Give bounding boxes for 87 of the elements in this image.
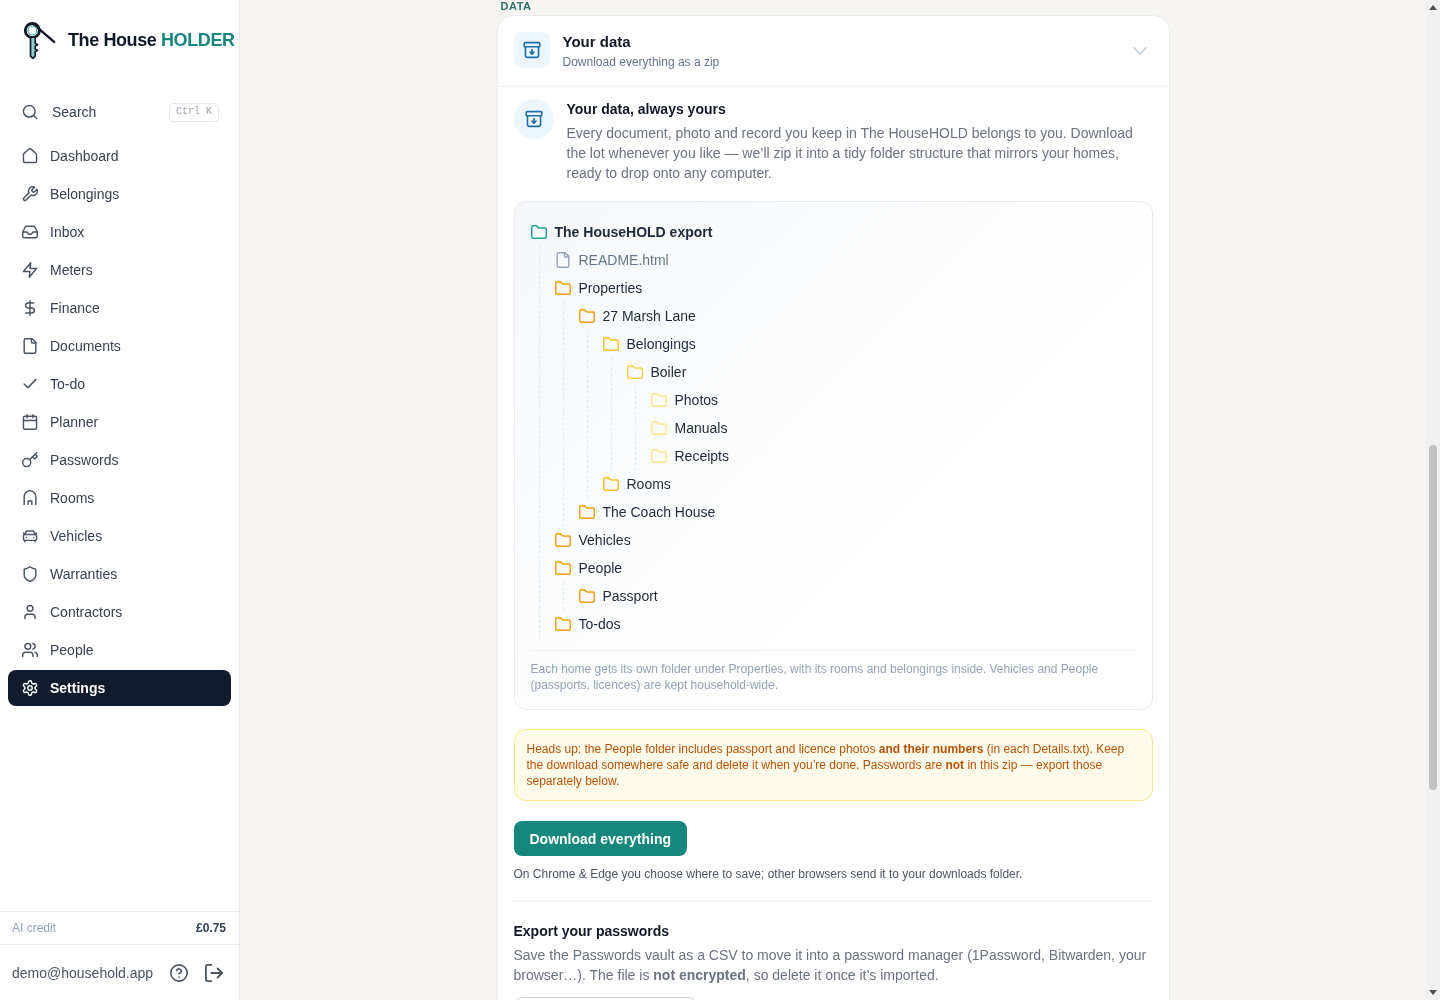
folder-icon	[554, 280, 571, 296]
nav-item[interactable]: Finance	[8, 290, 231, 326]
folder-name: People	[578, 559, 623, 578]
scrollbar[interactable]	[1426, 0, 1440, 1000]
passwords-title: Export your passwords	[513, 922, 671, 941]
nav-item[interactable]: People	[8, 632, 231, 668]
file-name: README.html	[578, 251, 669, 270]
nav-item[interactable]: Rooms	[8, 480, 231, 516]
logout-icon[interactable]	[205, 963, 223, 982]
scrollbar-thumb[interactable]	[1429, 445, 1437, 790]
nav-item[interactable]: Passwords	[8, 442, 231, 478]
archive-icon	[513, 32, 550, 68]
intro-title: Your data, always yours	[566, 100, 727, 119]
nav-item[interactable]: Dashboard	[8, 138, 231, 174]
house-icon	[22, 148, 38, 164]
folder-icon	[602, 476, 619, 492]
help-icon[interactable]	[170, 963, 188, 982]
car-icon	[22, 528, 38, 544]
folder-name: The Coach House	[602, 503, 716, 522]
search-icon	[22, 104, 38, 120]
nav-item[interactable]: Inbox	[8, 214, 231, 250]
credit-label: AI credit	[12, 920, 56, 936]
nav-item[interactable]: Vehicles	[8, 518, 231, 554]
accordion-header[interactable]: Your data Download everything as a zip	[497, 16, 1169, 87]
folder-name: Passport	[602, 587, 658, 606]
folder-icon	[554, 616, 571, 632]
folder-name: The HouseHOLD export	[554, 223, 713, 242]
section-label: DATA	[499, 0, 533, 12]
folder-icon	[650, 448, 667, 464]
logo-text: The House HOLDER	[68, 28, 235, 52]
folder-name: Belongings	[626, 335, 696, 354]
nav-item[interactable]: Belongings	[8, 176, 231, 212]
folder-name: Receipts	[674, 447, 729, 466]
nav-item[interactable]: Settings	[8, 670, 231, 706]
inbox-icon	[22, 224, 38, 240]
folder-name: Vehicles	[578, 531, 631, 550]
warning-message: Heads up: the People folder includes passport and licence photos and their numbers (in each Details.txt). Keep the download somewhere safe and delete it when you’re done. Passwords are not in this zip — export those separately below.	[513, 729, 1153, 801]
key-logo-icon	[22, 20, 56, 60]
scroll-up-icon[interactable]	[1429, 5, 1437, 10]
folder-icon	[554, 532, 571, 548]
scroll-down-icon[interactable]	[1429, 990, 1437, 995]
download-note: On Chrome & Edge you choose where to save; other browsers send it to your downloads folder.	[513, 866, 1024, 882]
folder-name: Properties	[578, 279, 643, 298]
folder-icon	[578, 588, 595, 604]
account-email: demo@household.app	[12, 963, 154, 983]
dollar-icon	[22, 300, 38, 316]
folder-icon	[602, 336, 619, 352]
card-title: Your data	[562, 32, 632, 52]
settings-icon	[22, 680, 38, 696]
nav-item[interactable]: Planner	[8, 404, 231, 440]
users-icon	[22, 642, 38, 658]
folder-icon	[626, 364, 643, 380]
user-icon	[22, 604, 38, 620]
nav-item[interactable]: Documents	[8, 328, 231, 364]
folder-icon	[650, 420, 667, 436]
passwords-text: Save the Passwords vault as a CSV to move it into a password manager (1Password, Bitwarden, your browser…). The file is not encrypted, so delete it once it’s imported.	[513, 946, 1148, 985]
folder-icon	[578, 504, 595, 520]
shield-icon	[22, 566, 38, 582]
folder-name: Boiler	[650, 363, 687, 382]
key-icon	[22, 452, 38, 468]
shortcut-hint: Ctrl K	[169, 102, 219, 122]
calendar-icon	[22, 414, 38, 430]
download-button[interactable]: Download everything	[513, 821, 688, 856]
folder-name: Rooms	[626, 475, 671, 494]
nav-item[interactable]: Warranties	[8, 556, 231, 592]
nav-item[interactable]: Contractors	[8, 594, 231, 630]
archive-icon	[513, 99, 554, 139]
credit-value: £0.75	[195, 920, 227, 936]
document-icon	[22, 338, 38, 354]
nav-item[interactable]: To-do	[8, 366, 231, 402]
folder-name: Photos	[674, 391, 719, 410]
folder-icon	[650, 392, 667, 408]
folder-icon	[530, 224, 547, 240]
arched-door-icon	[22, 490, 38, 506]
wrench-icon	[22, 186, 38, 202]
lightning-icon	[22, 262, 38, 278]
search-button[interactable]: Search Ctrl K	[8, 94, 231, 130]
intro-text: Every document, photo and record you keep in The HouseHOLD belongs to you. Download the lot whenever you like — we’ll zip it into a tidy folder structure that mirrors your homes, ready to drop onto any computer.	[566, 124, 1134, 183]
folder-icon	[578, 308, 595, 324]
folder-icon	[554, 560, 571, 576]
card-subtitle: Download everything as a zip	[562, 54, 721, 70]
folder-name: Manuals	[674, 419, 728, 438]
tree-caption: Each home gets its own folder under Properties, with its rooms and belongings inside. Vehicles and People (passports, licences) are kept household-wide.	[530, 661, 1100, 693]
folder-name: 27 Marsh Lane	[602, 307, 696, 326]
folder-name: To-dos	[578, 615, 621, 634]
nav-item[interactable]: Meters	[8, 252, 231, 288]
file-icon	[554, 252, 571, 268]
